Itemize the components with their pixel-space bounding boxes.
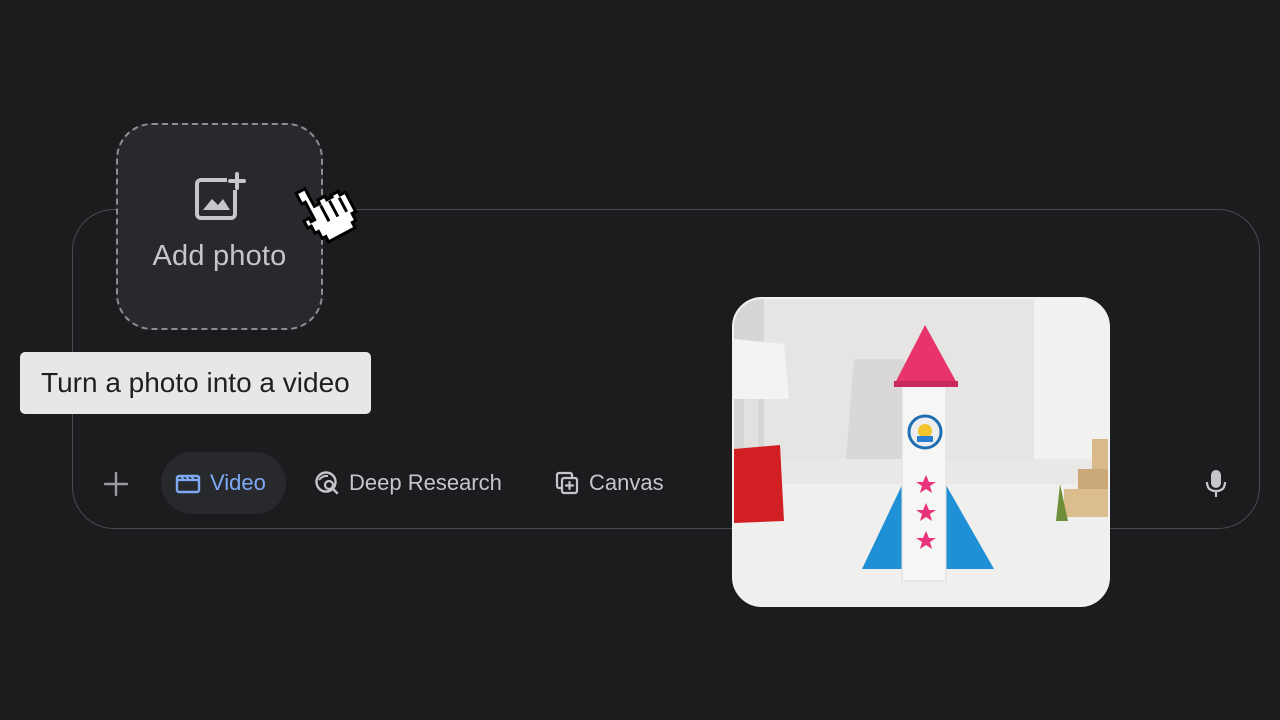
tooltip: Turn a photo into a video: [20, 352, 371, 414]
add-photo-icon: [194, 172, 247, 220]
hand-cursor-icon: [294, 186, 358, 244]
tool-deep-research-button[interactable]: Deep Research: [300, 452, 516, 514]
clapperboard-icon: [175, 474, 201, 494]
tool-video-button[interactable]: Video: [161, 452, 286, 514]
tool-canvas-button[interactable]: Canvas: [540, 452, 678, 514]
microphone-icon[interactable]: [1203, 469, 1229, 499]
tool-video-label: Video: [210, 470, 266, 495]
tool-deep-research-label: Deep Research: [349, 470, 502, 495]
photo-preview[interactable]: [732, 297, 1110, 607]
gemini-screen: Add photo Turn a photo into a video Vide…: [0, 0, 1280, 720]
tool-canvas-label: Canvas: [589, 470, 664, 495]
rocket-photo: [734, 299, 1108, 605]
add-button[interactable]: [100, 468, 132, 500]
add-photo-label: Add photo: [152, 240, 287, 272]
plus-icon: [103, 471, 129, 497]
tooltip-text: Turn a photo into a video: [41, 367, 350, 398]
deep-research-icon: [315, 471, 339, 495]
canvas-icon: [555, 471, 579, 495]
